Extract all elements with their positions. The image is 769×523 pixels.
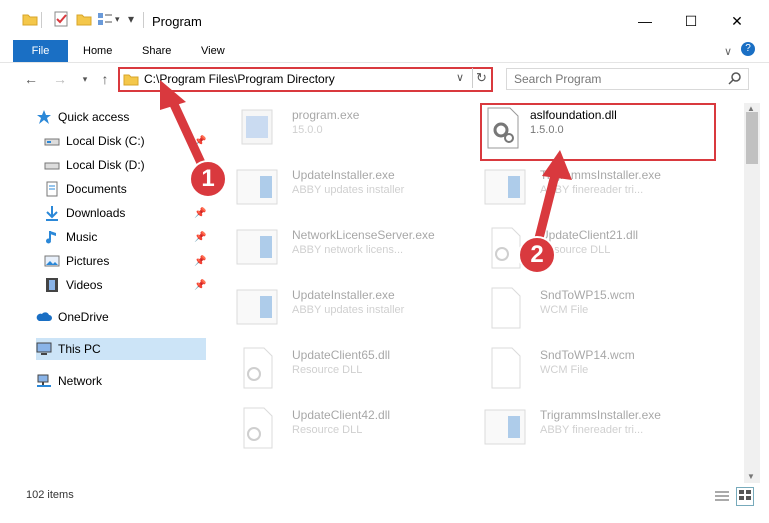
step-badge-2: 2 [518,236,556,274]
annotation-arrows [160,80,572,255]
step-badge-1: 1 [189,160,227,198]
